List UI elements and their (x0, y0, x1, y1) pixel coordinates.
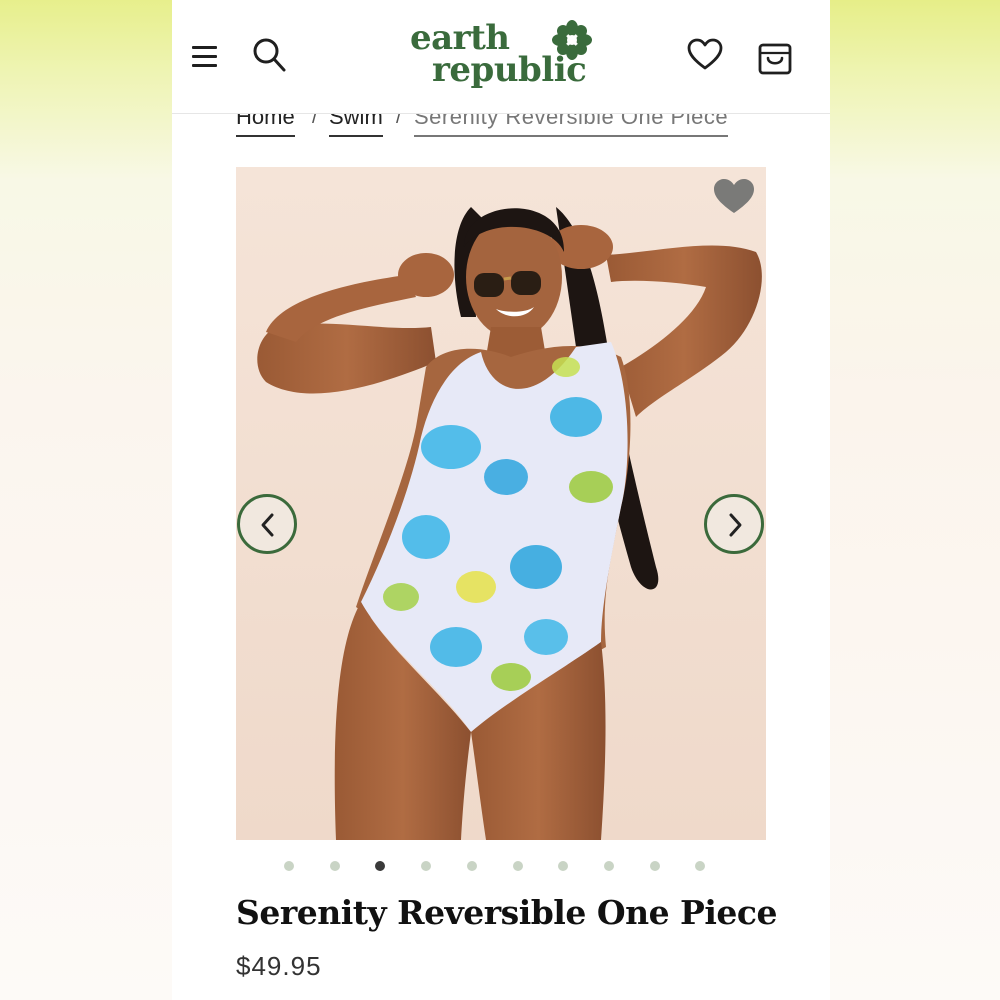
site-header: earth republic (172, 0, 830, 114)
gallery-dot[interactable] (558, 861, 568, 871)
shopping-bag-icon[interactable] (755, 35, 795, 77)
brand-logo[interactable]: earth republic (408, 16, 598, 96)
gallery-dot[interactable] (604, 861, 614, 871)
hamburger-icon[interactable] (190, 40, 220, 74)
gallery-dot[interactable] (467, 861, 477, 871)
background-right (830, 0, 1000, 1000)
heart-filled-icon[interactable] (712, 177, 756, 217)
search-icon[interactable] (250, 35, 290, 75)
gallery-dot[interactable] (695, 861, 705, 871)
product-price: $49.95 (236, 951, 322, 981)
product-title: Serenity Reversible One Piece (236, 893, 778, 932)
gallery-dot[interactable] (330, 861, 340, 871)
chevron-left-icon[interactable] (237, 494, 297, 554)
model-illustration (236, 167, 766, 840)
flower-icon (552, 20, 592, 60)
background-left (0, 0, 172, 1000)
product-page: earth republic Home / Swim / Serenity Re… (172, 0, 830, 1000)
gallery-dot[interactable] (650, 861, 660, 871)
product-image[interactable] (236, 167, 766, 840)
chevron-right-icon[interactable] (704, 494, 764, 554)
gallery-dot[interactable] (284, 861, 294, 871)
heart-icon[interactable] (686, 37, 724, 73)
gallery-pagination (284, 861, 724, 873)
gallery-dot[interactable] (513, 861, 523, 871)
gallery-dot[interactable] (375, 861, 385, 871)
gallery-dot[interactable] (421, 861, 431, 871)
